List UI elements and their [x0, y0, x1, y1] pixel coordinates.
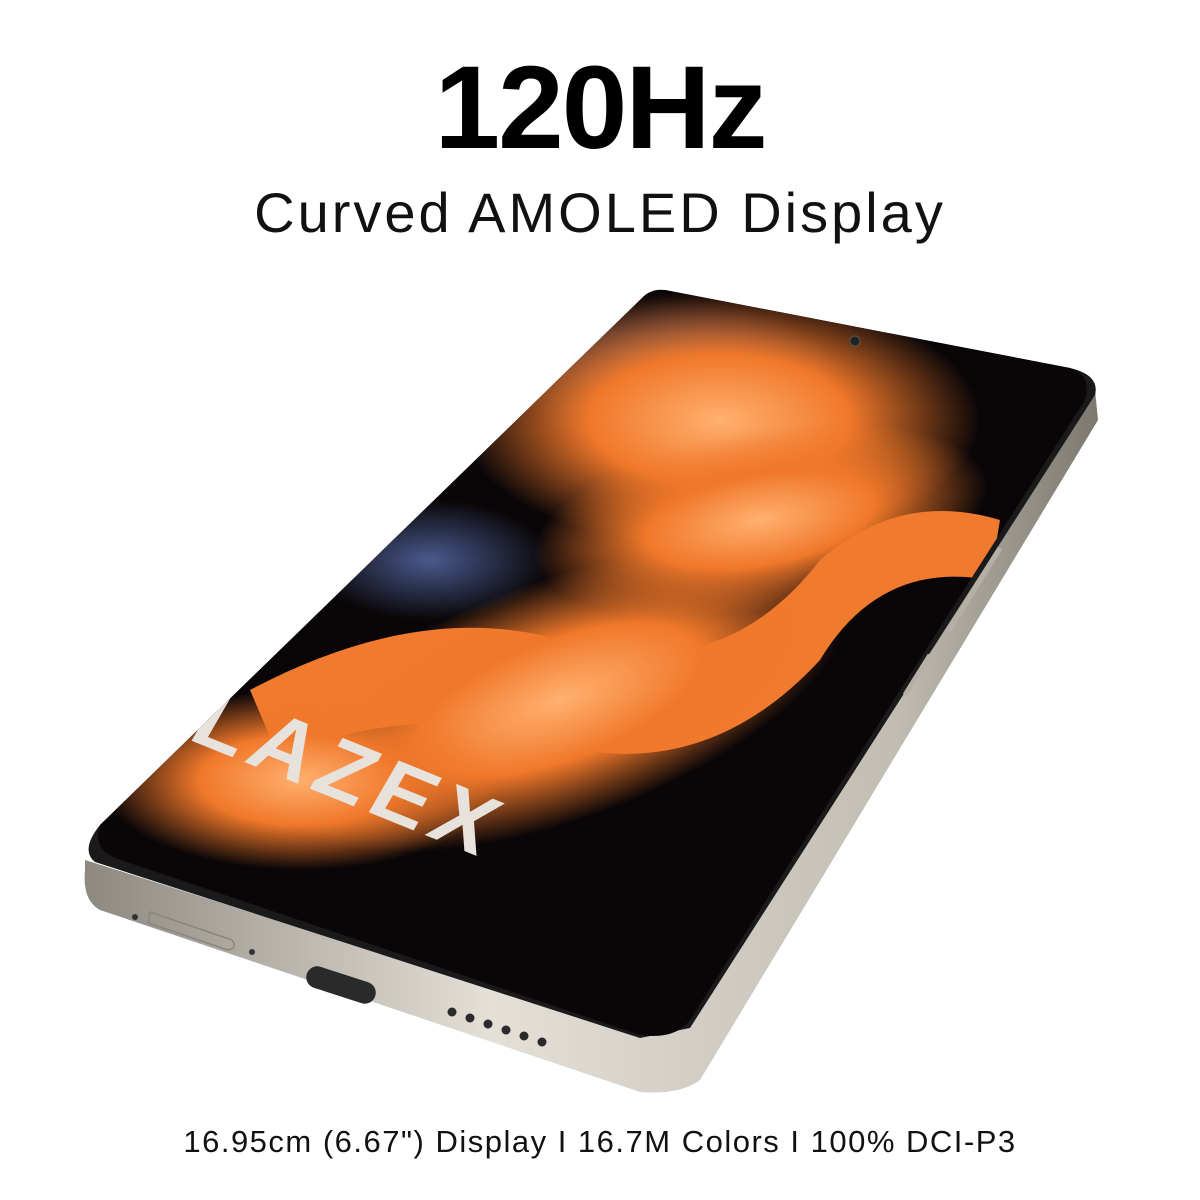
microphone-hole-icon — [132, 914, 138, 920]
phone-image: BLAZEX — [84, 289, 1099, 1093]
front-camera-icon — [849, 335, 861, 347]
screen-wallpaper: BLAZEX — [97, 289, 1087, 1036]
sim-eject-hole-icon — [249, 949, 255, 955]
spec-line: 16.95cm (6.67") Display I 16.7M Colors I… — [183, 1124, 1017, 1159]
